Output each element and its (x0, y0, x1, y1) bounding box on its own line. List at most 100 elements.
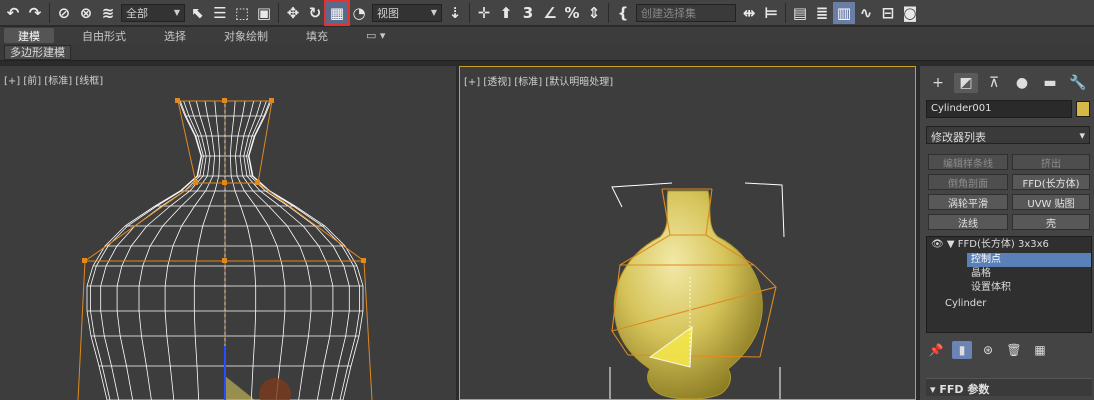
expand-arrow-icon[interactable]: ▼ (947, 239, 955, 250)
viewport-label-perspective[interactable]: [+] [透视] [标准] [默认明暗处理] (464, 73, 613, 88)
display-tab-icon[interactable]: ▬ (1038, 73, 1062, 93)
edit-named-selection-icon[interactable]: { (612, 2, 634, 24)
curve-editor-icon[interactable]: ∿ (855, 2, 877, 24)
redo-icon[interactable]: ↷ (24, 2, 46, 24)
mirror-icon[interactable]: ⇹ (738, 2, 760, 24)
ffd-parameters-rollout[interactable]: ▾ FFD 参数 (926, 378, 1092, 396)
object-color-swatch[interactable] (1076, 101, 1090, 117)
ribbon-panel: 多边形建模 (0, 44, 1094, 61)
material-editor-icon[interactable]: ◙ (899, 2, 921, 24)
object-name-field[interactable]: Cylinder001 (926, 100, 1072, 118)
unlink-icon[interactable]: ⊗ (75, 2, 97, 24)
wire-meridian (234, 100, 286, 400)
gizmo-sphere (259, 378, 291, 400)
viewport-perspective[interactable]: [+] [透视] [标准] [默认明暗处理] (459, 66, 916, 400)
normal-button[interactable]: 法线 (928, 214, 1008, 230)
ribbon-tabs: 建模 自由形式 选择 对象绘制 填充 ▭ ▾ (0, 27, 1094, 44)
tab-freeform[interactable]: 自由形式 (72, 28, 136, 43)
configure-sets-icon[interactable]: ▦ (1030, 341, 1050, 359)
tab-object-paint[interactable]: 对象绘制 (214, 28, 278, 43)
main-toolbar: ↶ ↷ ⊘ ⊗ ≋ 全部 ▼ ⬉ ☰ ⬚ ▣ ✥ ↻ ▦ ◔ 视图 ▼ ⇣ ✛ ⬆ … (0, 0, 1094, 26)
percent-snap-icon[interactable]: % (561, 2, 583, 24)
selection-filter-value: 全部 (126, 6, 148, 20)
modifier-stack[interactable]: 👁 ▼ FFD(长方体) 3x3x6 控制点 晶格 设置体积 Cylinder (926, 236, 1092, 333)
stack-toolbar: 📌 ▮ ⊛ 🗑 ▦ (926, 340, 1092, 360)
pin-stack-icon[interactable]: 📌 (926, 341, 946, 359)
modify-tab-icon[interactable]: ◩ (954, 73, 978, 93)
stack-item-lattice-label: 晶格 (971, 268, 991, 279)
link-icon[interactable]: ⊘ (53, 2, 75, 24)
remove-modifier-icon[interactable]: 🗑 (1004, 341, 1024, 359)
utilities-tab-icon[interactable]: 🔧 (1066, 73, 1090, 93)
undo-icon[interactable]: ↶ (2, 2, 24, 24)
turbosmooth-button[interactable]: 涡轮平滑 (928, 194, 1008, 210)
select-by-name-icon[interactable]: ☰ (209, 2, 231, 24)
wire-meridian (90, 100, 203, 400)
stack-item-lattice[interactable]: 晶格 (971, 267, 991, 281)
viewport-label-front[interactable]: [+] [前] [标准] [线框] (4, 72, 103, 87)
edit-spline-button[interactable]: 编辑样条线 (928, 154, 1008, 170)
tab-populate[interactable]: 填充 (296, 28, 338, 43)
modifier-list-dropdown[interactable]: 修改器列表 ▾ (926, 126, 1090, 144)
stack-item-control-points[interactable]: 控制点 (967, 253, 1091, 267)
stack-item-cylinder-label: Cylinder (945, 298, 987, 309)
tab-selection[interactable]: 选择 (154, 28, 196, 43)
select-manipulate-icon[interactable]: ✛ (473, 2, 495, 24)
pivot-center-icon[interactable]: ⇣ (444, 2, 466, 24)
stack-item-cylinder[interactable]: Cylinder (945, 297, 986, 311)
toolbar-divider (785, 2, 786, 23)
control-point (193, 180, 198, 185)
ffd-box-button[interactable]: FFD(长方体) (1012, 174, 1090, 190)
ribbon-toggle-icon[interactable]: ▥ (833, 1, 855, 24)
make-unique-icon[interactable]: ⊛ (978, 341, 998, 359)
bind-space-warp-icon[interactable]: ≋ (97, 2, 119, 24)
rect-selection-icon[interactable]: ⬚ (231, 2, 253, 24)
polygon-modeling-label[interactable]: 多边形建模 (4, 45, 71, 60)
wire-meridian (239, 100, 312, 400)
motion-tab-icon[interactable]: ● (1010, 73, 1034, 93)
snap-3d-icon[interactable]: 3 (517, 2, 539, 24)
move-icon[interactable]: ✥ (282, 2, 304, 24)
chevron-down-icon: ▼ (173, 8, 180, 17)
tab-modeling[interactable]: 建模 (4, 28, 54, 43)
angle-snap-icon[interactable]: ∠ (539, 2, 561, 24)
scale-icon[interactable]: ▦ (324, 0, 350, 26)
command-panel: + ◩ ⊼ ● ▬ 🔧 Cylinder001 修改器列表 ▾ 编辑样条线 挤出 … (919, 66, 1094, 400)
wire-meridian (247, 100, 360, 400)
named-selection-placeholder: 创建选择集 (641, 6, 696, 20)
show-end-result-icon[interactable]: ▮ (952, 341, 972, 359)
align-icon[interactable]: ⊨ (760, 2, 782, 24)
layers-icon[interactable]: ≣ (811, 2, 833, 24)
control-point (361, 258, 366, 263)
eye-icon[interactable]: 👁 (931, 239, 944, 250)
stack-item-ffd-label: FFD(长方体) 3x3x6 (957, 239, 1049, 250)
ribbon-options-button[interactable]: ▭ ▾ (356, 28, 395, 43)
extrude-button[interactable]: 挤出 (1012, 154, 1090, 170)
chamfer-profile-button[interactable]: 倒角剖面 (928, 174, 1008, 190)
shell-button[interactable]: 壳 (1012, 214, 1090, 230)
lattice-edge (257, 100, 373, 400)
reference-coord-dropdown[interactable]: 视图 ▼ (372, 3, 442, 22)
layer-explorer-icon[interactable]: ▤ (789, 2, 811, 24)
command-panel-tabs: + ◩ ⊼ ● ▬ 🔧 (920, 72, 1094, 94)
rotate-icon[interactable]: ↻ (304, 2, 326, 24)
bbox-corner (744, 182, 785, 238)
selection-filter-dropdown[interactable]: 全部 ▼ (121, 3, 185, 22)
placement-icon[interactable]: ◔ (348, 2, 370, 24)
vase-shaded (609, 182, 785, 399)
stack-item-set-volume[interactable]: 设置体积 (971, 281, 1011, 295)
hierarchy-tab-icon[interactable]: ⊼ (982, 73, 1006, 93)
chevron-down-icon: ▼ (430, 8, 437, 17)
toolbar-divider (469, 2, 470, 23)
rollout-arrow-icon: ▾ (930, 383, 936, 396)
stack-item-ffd[interactable]: 👁 ▼ FFD(长方体) 3x3x6 (931, 238, 1091, 252)
select-object-icon[interactable]: ⬉ (187, 2, 209, 24)
keyboard-shortcut-icon[interactable]: ⬆ (495, 2, 517, 24)
uvw-map-button[interactable]: UVW 贴图 (1012, 194, 1090, 210)
window-crossing-icon[interactable]: ▣ (253, 2, 275, 24)
viewport-front[interactable]: [+] [前] [标准] [线框] (0, 66, 456, 400)
create-tab-icon[interactable]: + (926, 73, 950, 93)
spinner-snap-icon[interactable]: ⇕ (583, 2, 605, 24)
schematic-view-icon[interactable]: ⊟ (877, 2, 899, 24)
named-selection-input[interactable]: 创建选择集 (636, 3, 736, 22)
